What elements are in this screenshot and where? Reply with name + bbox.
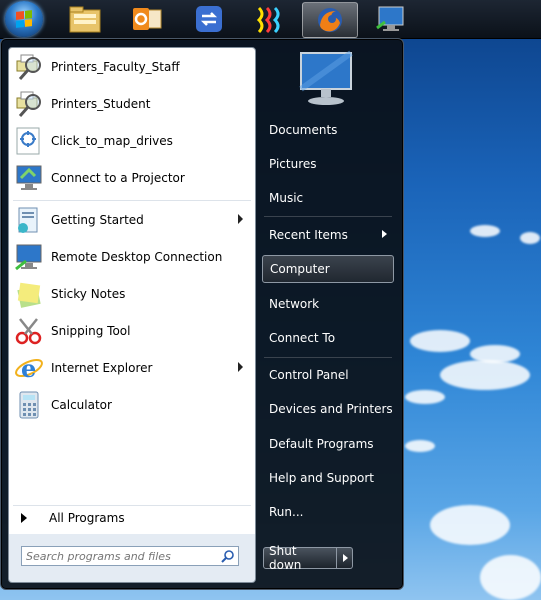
sticky-notes-icon (13, 278, 45, 310)
projector-icon (13, 162, 45, 194)
menu-label: Connect To (269, 331, 336, 345)
program-printers-student[interactable]: Printers_Student (13, 87, 251, 121)
menu-network[interactable]: Network (262, 290, 394, 318)
menu-label: Run... (269, 505, 304, 519)
printer-magnifier-icon (13, 88, 45, 120)
menu-label: Computer (270, 262, 330, 276)
program-calculator[interactable]: Calculator (13, 388, 251, 422)
program-label: Internet Explorer (51, 361, 153, 375)
sync-icon[interactable] (182, 2, 236, 36)
program-label: Sticky Notes (51, 287, 126, 301)
firefox-icon[interactable] (302, 2, 358, 38)
chevron-right-icon (342, 554, 348, 562)
menu-computer[interactable]: Computer (262, 255, 394, 283)
user-picture[interactable] (295, 49, 359, 109)
all-programs-button[interactable]: All Programs (21, 511, 125, 525)
search-input[interactable] (21, 546, 239, 566)
shutdown-group: Shut down (263, 544, 353, 572)
submenu-arrow-icon[interactable] (238, 362, 243, 372)
svg-text:e: e (21, 354, 36, 383)
program-label: Connect to a Projector (51, 171, 185, 185)
remote-desktop-icon[interactable] (364, 2, 418, 36)
windows-explorer-icon[interactable] (58, 2, 112, 36)
start-orb[interactable] (5, 1, 43, 37)
internet-explorer-icon: e (13, 352, 45, 384)
taskbar (0, 0, 541, 39)
program-label: Printers_Faculty_Staff (51, 60, 180, 74)
menu-music[interactable]: Music (262, 184, 394, 212)
calculator-icon (13, 389, 45, 421)
menu-control-panel[interactable]: Control Panel (262, 361, 394, 389)
program-label: Snipping Tool (51, 324, 131, 338)
menu-label: Music (269, 191, 304, 205)
submenu-arrow-icon[interactable] (238, 214, 243, 224)
program-remote-desktop-connection[interactable]: Remote Desktop Connection (13, 240, 251, 274)
menu-label: Pictures (269, 157, 317, 171)
menu-label: Documents (269, 123, 338, 137)
right-separator (264, 357, 392, 358)
program-label: Getting Started (51, 213, 144, 227)
shutdown-button[interactable]: Shut down (263, 544, 337, 572)
program-printers-faculty-staff[interactable]: Printers_Faculty_Staff (13, 50, 251, 84)
scissors-icon (13, 315, 45, 347)
menu-label: Control Panel (269, 368, 349, 382)
program-snipping-tool[interactable]: Snipping Tool (13, 314, 251, 348)
all-programs-separator (13, 505, 251, 506)
programs-pane: Printers_Faculty_Staff Printers_Student … (8, 47, 256, 535)
menu-connect-to[interactable]: Connect To (262, 324, 394, 352)
menu-label: Recent Items (269, 228, 348, 242)
pinned-separator (13, 200, 251, 201)
all-programs-label: All Programs (49, 511, 125, 525)
printer-magnifier-icon (13, 51, 45, 83)
submenu-arrow-icon (382, 230, 387, 238)
menu-label: Network (269, 297, 320, 311)
menu-documents[interactable]: Documents (262, 116, 394, 144)
program-click-to-map-drives[interactable]: Click_to_map_drives (13, 124, 251, 158)
search-area: All Programs (8, 511, 256, 583)
getting-started-icon (13, 204, 45, 236)
right-separator (264, 216, 392, 217)
menu-devices-and-printers[interactable]: Devices and Printers (262, 395, 394, 423)
menu-default-programs[interactable]: Default Programs (262, 430, 394, 458)
menu-pictures[interactable]: Pictures (262, 150, 394, 178)
program-internet-explorer[interactable]: e Internet Explorer (13, 351, 251, 385)
program-getting-started[interactable]: Getting Started (13, 203, 251, 237)
all-programs-arrow-icon (21, 513, 27, 523)
outlook-icon[interactable] (120, 2, 174, 36)
program-label: Calculator (51, 398, 112, 412)
start-menu: Printers_Faculty_Staff Printers_Student … (0, 38, 404, 590)
menu-label: Default Programs (269, 437, 374, 451)
media-icon[interactable] (244, 2, 298, 36)
program-label: Printers_Student (51, 97, 151, 111)
program-connect-to-projector[interactable]: Connect to a Projector (13, 161, 251, 195)
program-label: Click_to_map_drives (51, 134, 173, 148)
shutdown-options-button[interactable] (336, 547, 353, 569)
program-sticky-notes[interactable]: Sticky Notes (13, 277, 251, 311)
map-drives-icon (13, 125, 45, 157)
menu-label: Help and Support (269, 471, 374, 485)
menu-help-and-support[interactable]: Help and Support (262, 464, 394, 492)
menu-label: Devices and Printers (269, 402, 393, 416)
menu-run[interactable]: Run... (262, 498, 394, 526)
menu-recent-items[interactable]: Recent Items (262, 221, 394, 249)
remote-desktop-icon (13, 241, 45, 273)
program-label: Remote Desktop Connection (51, 250, 223, 264)
search-icon[interactable] (221, 549, 235, 563)
